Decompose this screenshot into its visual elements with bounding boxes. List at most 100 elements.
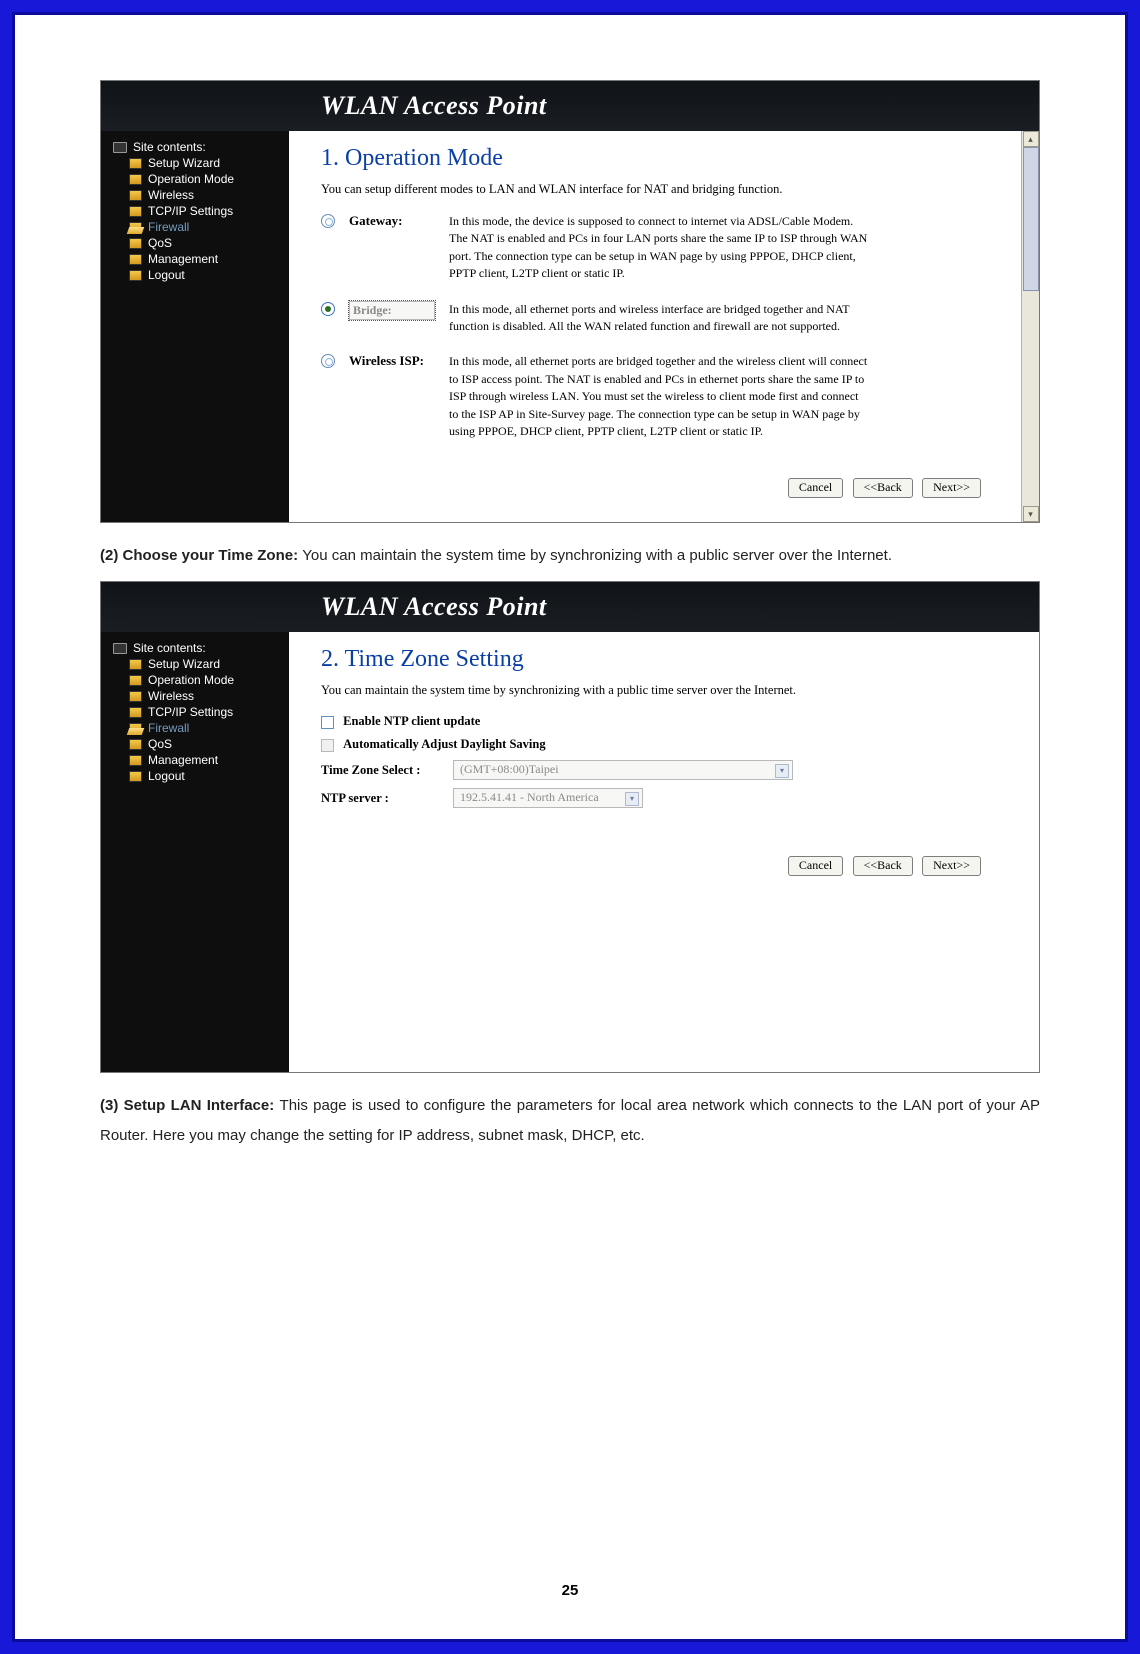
sidebar-item-label: Setup Wizard bbox=[148, 657, 220, 671]
mode-radio[interactable] bbox=[321, 214, 335, 228]
mode-radio[interactable] bbox=[321, 302, 335, 316]
app-header: WLAN Access Point bbox=[101, 81, 1039, 131]
mode-description: In this mode, the device is supposed to … bbox=[449, 213, 869, 283]
page-subtitle: You can setup different modes to LAN and… bbox=[321, 182, 981, 197]
vertical-scrollbar[interactable]: ▴ ▾ bbox=[1021, 131, 1039, 522]
app-title: WLAN Access Point bbox=[321, 592, 547, 621]
sidebar-item-logout[interactable]: Logout bbox=[111, 768, 289, 784]
tree-sidebar: Site contents: Setup Wizard Operation Mod… bbox=[101, 131, 289, 522]
sidebar-item-tcp-ip-settings[interactable]: TCP/IP Settings bbox=[111, 704, 289, 720]
next-button[interactable]: Next>> bbox=[922, 856, 981, 876]
app-header: WLAN Access Point bbox=[101, 582, 1039, 632]
sidebar-item-setup-wizard[interactable]: Setup Wizard bbox=[111, 155, 289, 171]
tree-root[interactable]: Site contents: bbox=[111, 640, 289, 656]
dst-label: Automatically Adjust Daylight Saving bbox=[343, 737, 545, 751]
folder-icon bbox=[129, 174, 142, 185]
sidebar-item-logout[interactable]: Logout bbox=[111, 267, 289, 283]
sidebar-item-operation-mode[interactable]: Operation Mode bbox=[111, 672, 289, 688]
sidebar-item-tcp-ip-settings[interactable]: TCP/IP Settings bbox=[111, 203, 289, 219]
tz-select[interactable]: (GMT+08:00)Taipei ▾ bbox=[453, 760, 793, 780]
scroll-thumb[interactable] bbox=[1023, 147, 1039, 291]
folder-icon bbox=[129, 158, 142, 169]
sidebar-item-management[interactable]: Management bbox=[111, 251, 289, 267]
sidebar-item-firewall[interactable]: Firewall bbox=[111, 219, 289, 235]
folder-icon bbox=[129, 707, 142, 718]
folder-icon bbox=[129, 190, 142, 201]
doc-paragraph-3: (3) Setup LAN Interface: This page is us… bbox=[100, 1091, 1040, 1151]
ntp-server-label: NTP server : bbox=[321, 791, 441, 806]
sidebar-item-operation-mode[interactable]: Operation Mode bbox=[111, 171, 289, 187]
folder-icon bbox=[129, 771, 142, 782]
folder-icon bbox=[129, 222, 142, 233]
mode-description: In this mode, all ethernet ports are bri… bbox=[449, 353, 869, 440]
mode-row-gateway: Gateway:In this mode, the device is supp… bbox=[321, 213, 981, 283]
sidebar-item-label: Wireless bbox=[148, 689, 194, 703]
ntp-enable-checkbox[interactable] bbox=[321, 716, 334, 729]
sidebar-item-label: Firewall bbox=[148, 220, 189, 234]
sidebar-item-label: Logout bbox=[148, 268, 185, 282]
globe-icon bbox=[113, 142, 127, 153]
screenshot-operation-mode: WLAN Access Point Site contents: Setup W… bbox=[100, 80, 1040, 523]
tree-root-label: Site contents: bbox=[133, 140, 206, 154]
ntp-enable-label: Enable NTP client update bbox=[343, 714, 480, 728]
ntp-server-select[interactable]: 192.5.41.41 - North America ▾ bbox=[453, 788, 643, 808]
sidebar-item-wireless[interactable]: Wireless bbox=[111, 688, 289, 704]
sidebar-item-qos[interactable]: QoS bbox=[111, 736, 289, 752]
mode-radio[interactable] bbox=[321, 354, 335, 368]
sidebar-item-label: Logout bbox=[148, 769, 185, 783]
folder-icon bbox=[129, 659, 142, 670]
sidebar-item-wireless[interactable]: Wireless bbox=[111, 187, 289, 203]
chevron-down-icon: ▾ bbox=[775, 764, 789, 778]
mode-description: In this mode, all ethernet ports and wir… bbox=[449, 301, 869, 336]
doc-paragraph-2-lead: (2) Choose your Time Zone: bbox=[100, 547, 302, 564]
page-title: 2. Time Zone Setting bbox=[321, 646, 981, 673]
tz-select-value: (GMT+08:00)Taipei bbox=[460, 762, 559, 776]
folder-icon bbox=[129, 254, 142, 265]
doc-paragraph-3-lead: (3) Setup LAN Interface: bbox=[100, 1097, 280, 1114]
folder-icon bbox=[129, 739, 142, 750]
doc-paragraph-2-rest: You can maintain the system time by sync… bbox=[302, 547, 892, 564]
sidebar-item-setup-wizard[interactable]: Setup Wizard bbox=[111, 656, 289, 672]
tree-root[interactable]: Site contents: bbox=[111, 139, 289, 155]
main-content: 1. Operation Mode You can setup differen… bbox=[289, 131, 1021, 522]
mode-label: Wireless ISP: bbox=[349, 353, 435, 369]
page-subtitle: You can maintain the system time by sync… bbox=[321, 683, 981, 698]
sidebar-item-label: TCP/IP Settings bbox=[148, 204, 233, 218]
dst-checkbox[interactable] bbox=[321, 739, 334, 752]
sidebar-item-label: Firewall bbox=[148, 721, 189, 735]
ntp-server-value: 192.5.41.41 - North America bbox=[460, 790, 599, 804]
scroll-up-icon[interactable]: ▴ bbox=[1023, 131, 1039, 147]
sidebar-item-management[interactable]: Management bbox=[111, 752, 289, 768]
screenshot-time-zone: WLAN Access Point Site contents: Setup W… bbox=[100, 581, 1040, 1073]
scroll-down-icon[interactable]: ▾ bbox=[1023, 506, 1039, 522]
mode-row-bridge: Bridge:In this mode, all ethernet ports … bbox=[321, 301, 981, 336]
folder-icon bbox=[129, 755, 142, 766]
sidebar-item-qos[interactable]: QoS bbox=[111, 235, 289, 251]
sidebar-item-label: QoS bbox=[148, 737, 172, 751]
cancel-button[interactable]: Cancel bbox=[788, 478, 843, 498]
sidebar-item-label: Operation Mode bbox=[148, 172, 234, 186]
doc-paragraph-2: (2) Choose your Time Zone: You can maint… bbox=[100, 541, 1040, 571]
tz-select-row: Time Zone Select : (GMT+08:00)Taipei ▾ bbox=[321, 760, 981, 780]
main-content: 2. Time Zone Setting You can maintain th… bbox=[289, 632, 1021, 1072]
sidebar-item-label: Operation Mode bbox=[148, 673, 234, 687]
tree-sidebar: Site contents: Setup Wizard Operation Mod… bbox=[101, 632, 289, 1072]
next-button[interactable]: Next>> bbox=[922, 478, 981, 498]
tree-root-label: Site contents: bbox=[133, 641, 206, 655]
globe-icon bbox=[113, 643, 127, 654]
ntp-server-row: NTP server : 192.5.41.41 - North America… bbox=[321, 788, 981, 808]
back-button[interactable]: <<Back bbox=[853, 856, 913, 876]
wizard-button-row: Cancel <<Back Next>> bbox=[321, 458, 981, 498]
sidebar-item-label: QoS bbox=[148, 236, 172, 250]
sidebar-item-label: Setup Wizard bbox=[148, 156, 220, 170]
sidebar-item-firewall[interactable]: Firewall bbox=[111, 720, 289, 736]
ntp-enable-row: Enable NTP client update bbox=[321, 714, 981, 729]
folder-icon bbox=[129, 691, 142, 702]
sidebar-item-label: TCP/IP Settings bbox=[148, 705, 233, 719]
cancel-button[interactable]: Cancel bbox=[788, 856, 843, 876]
sidebar-item-label: Management bbox=[148, 753, 218, 767]
back-button[interactable]: <<Back bbox=[853, 478, 913, 498]
page-number: 25 bbox=[15, 1582, 1125, 1599]
mode-row-wirele isp: Wireless ISP: In this mode, all ethernet … bbox=[321, 353, 981, 440]
app-title: WLAN Access Point bbox=[321, 91, 547, 120]
